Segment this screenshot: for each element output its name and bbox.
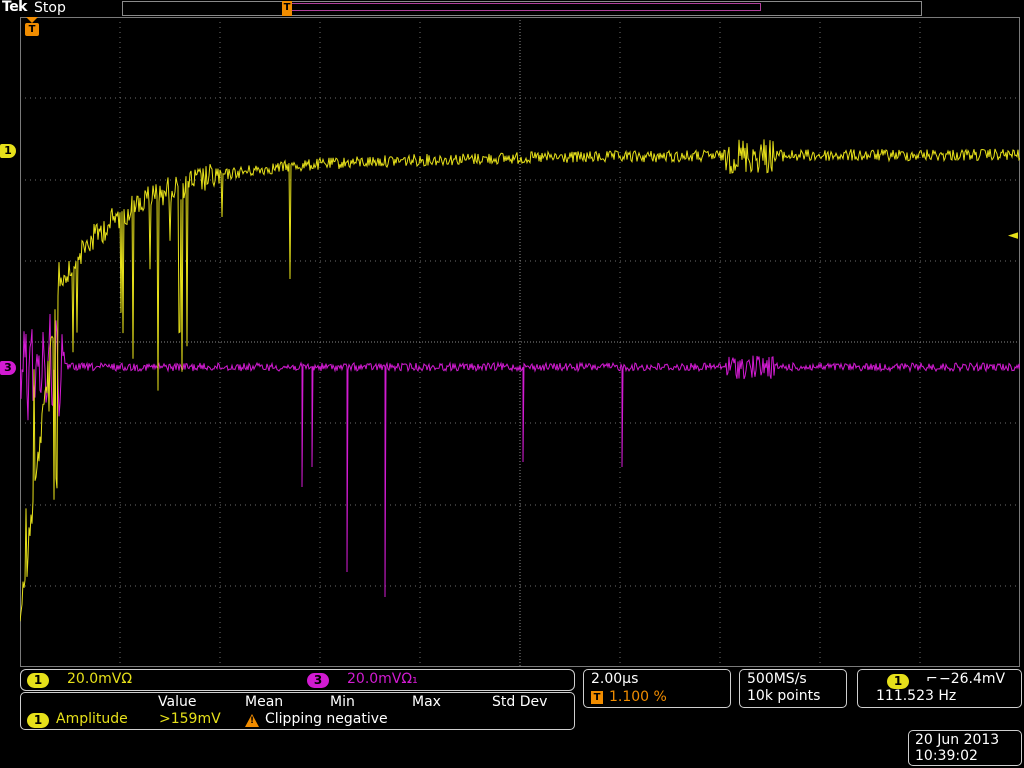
acquisition-panel[interactable]: 500MS/s 10k points — [739, 669, 847, 708]
ch3-scale[interactable]: 20.0mVΩ₁ — [347, 671, 418, 687]
col-header-max: Max — [412, 694, 441, 710]
col-header-value: Value — [158, 694, 197, 710]
timebase-panel[interactable]: 2.00μs T 1.100 % — [583, 669, 731, 708]
trigger-position-icon: T — [591, 691, 603, 704]
sample-rate: 500MS/s — [747, 671, 807, 687]
trigger-frequency: 111.523 Hz — [876, 688, 957, 704]
trigger-level: −26.4mV — [939, 671, 1006, 687]
time: 10:39:02 — [915, 748, 978, 764]
trigger-panel[interactable]: 1 ⌐ −26.4mV 111.523 Hz — [857, 669, 1022, 708]
ch3-badge[interactable]: 3 — [307, 673, 329, 688]
falling-edge-icon: ⌐ — [926, 671, 938, 687]
waveform-display[interactable] — [20, 17, 1020, 667]
ch1-badge[interactable]: 1 — [27, 673, 49, 688]
measurement-warning: Clipping negative — [265, 711, 388, 727]
warning-icon-mark: ! — [250, 716, 255, 726]
measurement-name[interactable]: Amplitude — [56, 711, 128, 727]
ch1-scale[interactable]: 20.0mVΩ — [67, 671, 132, 687]
ch3-ground-marker[interactable]: 3 — [0, 361, 16, 375]
measurement-source-badge[interactable]: 1 — [27, 713, 49, 728]
measurement-value: >159mV — [159, 711, 221, 727]
trigger-source-badge: 1 — [887, 674, 909, 689]
record-view-window[interactable] — [287, 3, 761, 11]
channel-scale-panel: 1 20.0mVΩ 3 20.0mVΩ₁ — [20, 669, 575, 691]
run-state[interactable]: Stop — [34, 0, 66, 16]
trigger-marker-top[interactable]: T — [25, 17, 39, 37]
record-length: 10k points — [747, 688, 821, 704]
measurement-panel: Value Mean Min Max Std Dev 1 Amplitude >… — [20, 692, 575, 730]
trigger-level-marker[interactable]: ◄ — [1008, 228, 1018, 243]
brand-logo: Tek — [2, 0, 28, 15]
ch1-ground-marker[interactable]: 1 — [0, 144, 16, 158]
col-header-min: Min — [330, 694, 355, 710]
date: 20 Jun 2013 — [915, 732, 1000, 748]
col-header-mean: Mean — [245, 694, 284, 710]
trigger-position-marker[interactable]: T — [282, 1, 292, 16]
status-bar: Tek Stop T — [0, 0, 1024, 17]
horizontal-position: 1.100 % — [609, 689, 667, 705]
datetime-panel: 20 Jun 2013 10:39:02 — [908, 730, 1022, 766]
horizontal-scale: 2.00μs — [591, 671, 639, 687]
col-header-std-dev: Std Dev — [492, 694, 548, 710]
